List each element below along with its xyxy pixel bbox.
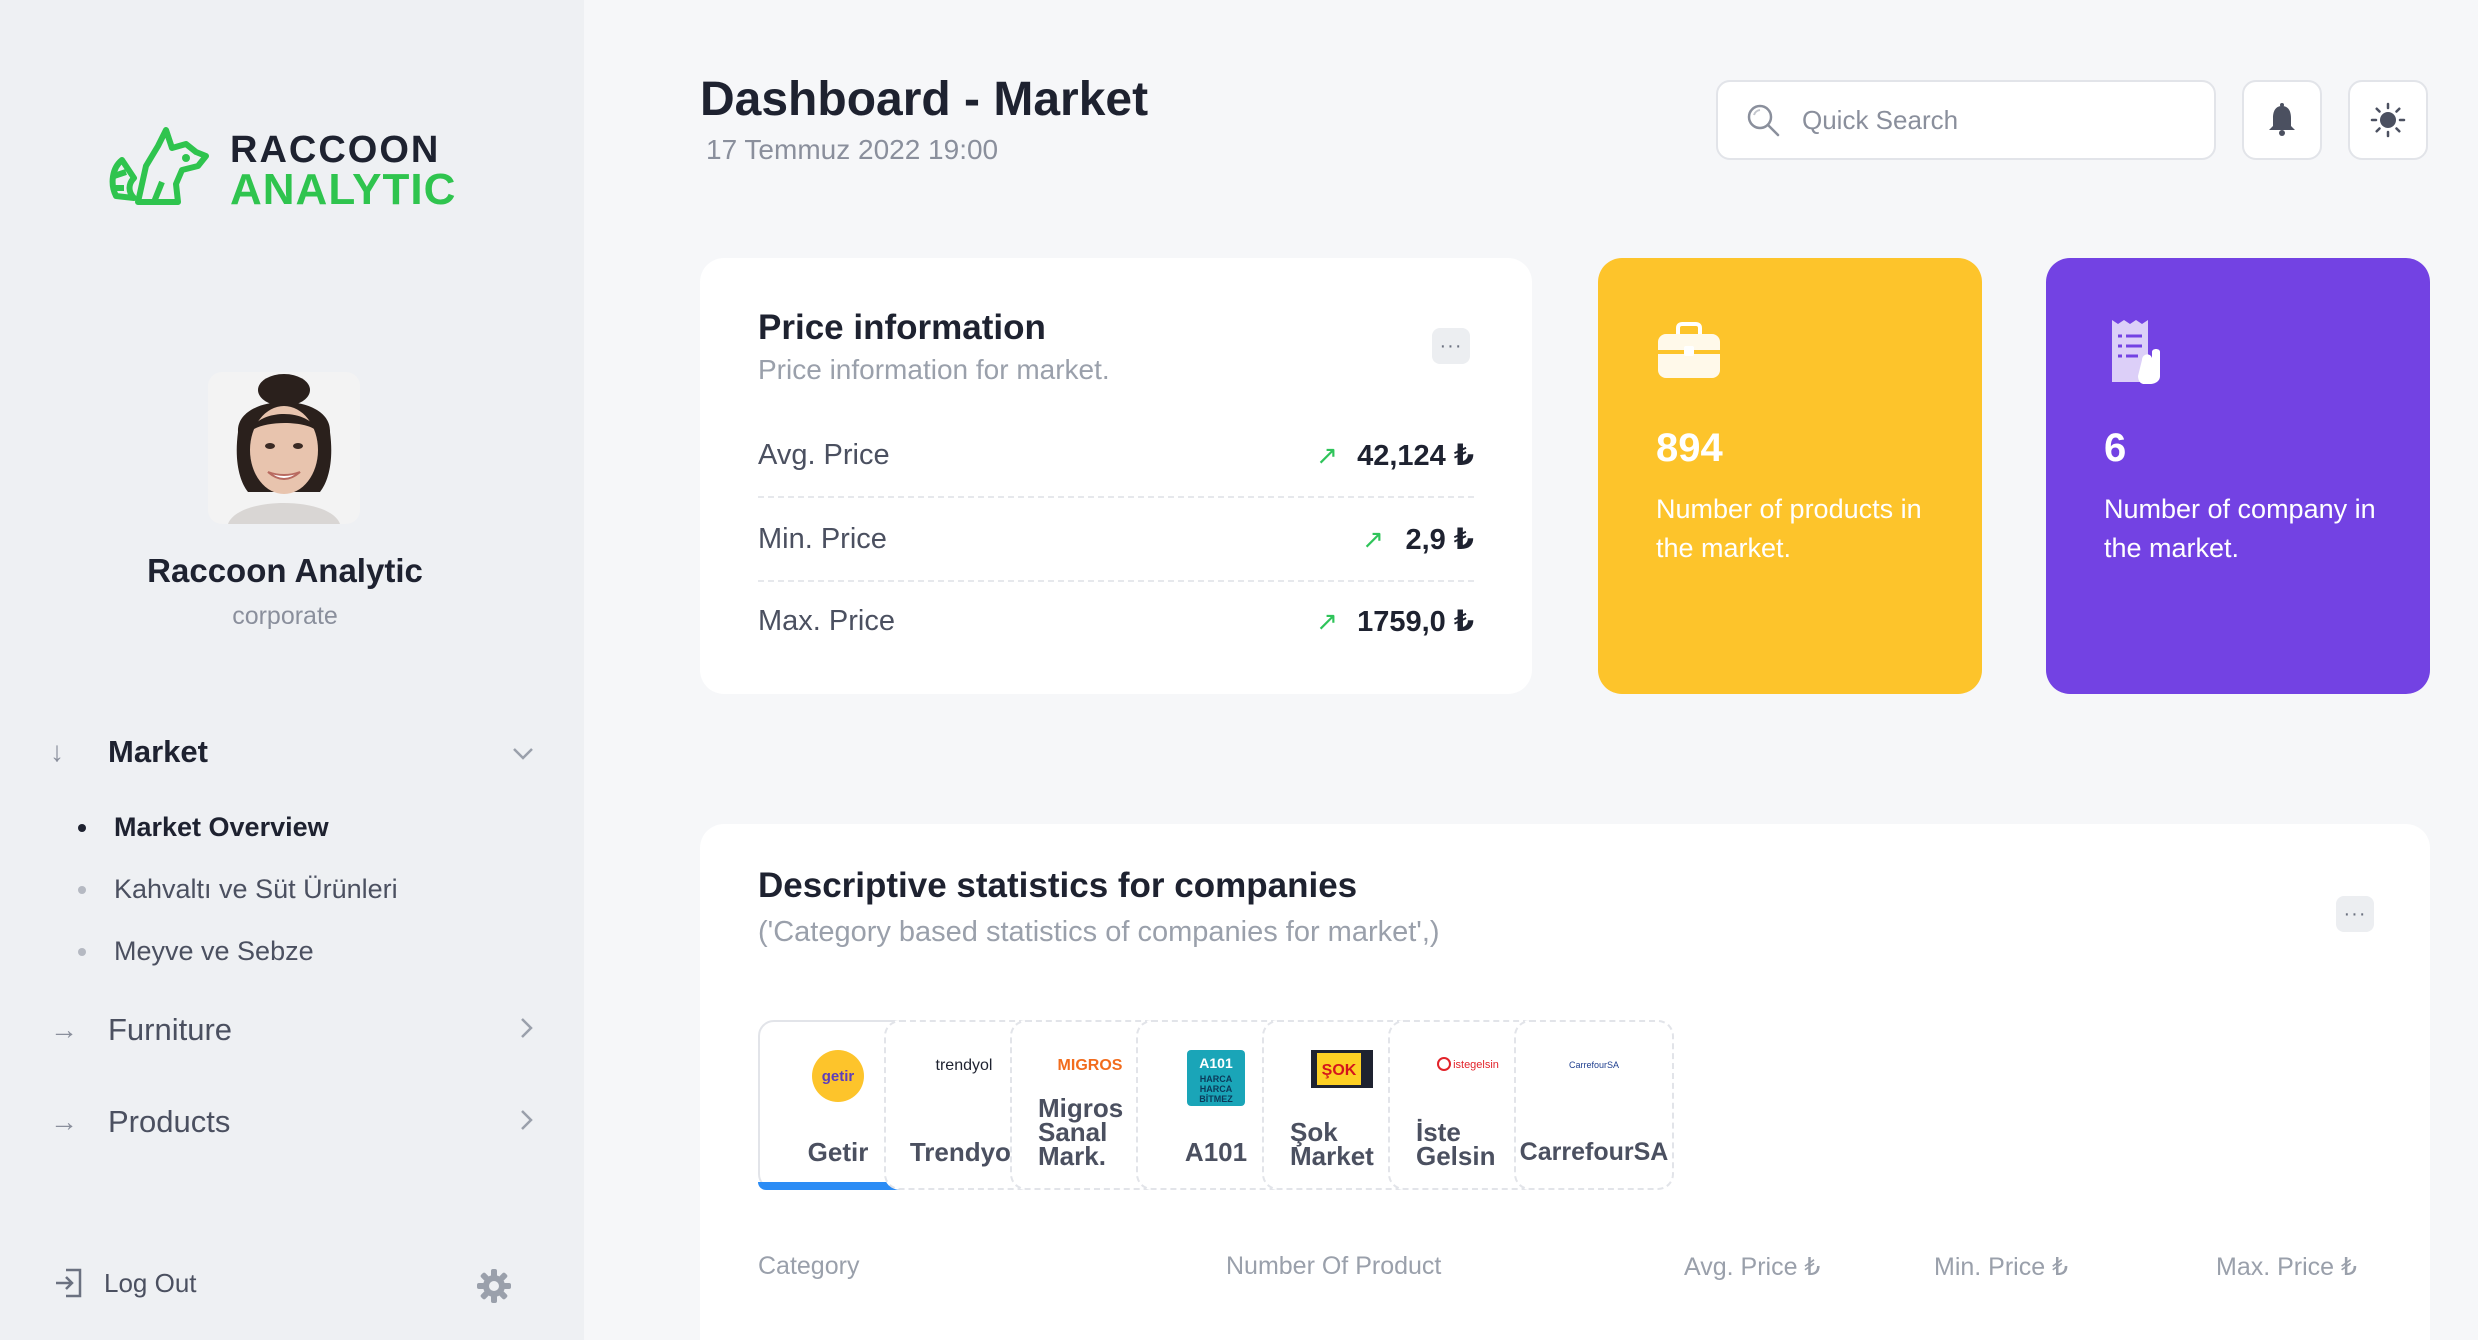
products-count-card[interactable]: 894 Number of products in the market. <box>1598 258 1982 694</box>
chevron-right-icon <box>520 1107 534 1138</box>
svg-text:getir: getir <box>822 1068 855 1085</box>
trend-up-icon: ↗ <box>1316 439 1338 470</box>
theme-toggle-button[interactable] <box>2348 80 2428 160</box>
column-header-avg-price[interactable]: Avg. Price ₺ <box>1684 1252 1820 1282</box>
quick-search[interactable] <box>1716 80 2216 160</box>
carrefoursa-logo-icon: CarrefourSA <box>1569 1060 1619 1070</box>
price-row-max: Max. Price ↗ 1759,0 ₺ <box>758 580 1474 662</box>
bell-icon <box>2269 103 2295 136</box>
sub-item-label: Market Overview <box>114 812 329 842</box>
user-avatar-image <box>208 372 360 524</box>
nav-item-furniture[interactable]: → Furniture <box>50 1002 534 1058</box>
products-count-desc: Number of products in the market. <box>1656 494 1922 563</box>
nav-item-furniture-label: Furniture <box>108 1012 233 1047</box>
price-label: Max. Price <box>758 604 895 637</box>
column-header-number-of-product[interactable]: Number Of Product <box>1226 1252 1441 1281</box>
brand-logo[interactable]: RACCOON ANALYTIC <box>106 126 456 214</box>
page-date: 17 Temmuz 2022 19:00 <box>706 134 999 165</box>
more-options-button[interactable]: ··· <box>2336 896 2374 932</box>
price-card-title: Price information <box>758 308 1046 347</box>
company-tab-carrefoursa[interactable]: CarrefourSA CarrefourSA <box>1514 1020 1674 1190</box>
bullet-icon <box>78 823 86 832</box>
briefcase-icon <box>1658 322 1720 378</box>
price-row-min: Min. Price ↗ 2,9 ₺ <box>758 498 1474 580</box>
svg-text:ŞOK: ŞOK <box>1322 1062 1357 1079</box>
price-value: 2,9 ₺ <box>1405 523 1474 556</box>
column-header-max-price[interactable]: Max. Price ₺ <box>2216 1252 2357 1282</box>
page-title: Dashboard - Market <box>700 73 1149 126</box>
svg-text:istegelsin: istegelsin <box>1453 1059 1499 1071</box>
nav-item-market-label: Market <box>108 734 208 769</box>
user-role: corporate <box>232 602 338 630</box>
svg-text:A101: A101 <box>1199 1055 1233 1071</box>
descriptive-title: Descriptive statistics for companies <box>758 866 1358 905</box>
price-label: Avg. Price <box>758 438 890 471</box>
sub-item-label: Meyve ve Sebze <box>114 936 314 966</box>
migros-logo-icon: MIGROS <box>1058 1057 1123 1074</box>
arrow-right-icon: → <box>50 1014 78 1045</box>
descriptive-subtitle: ('Category based statistics of companies… <box>758 916 1440 948</box>
price-value: 42,124 ₺ <box>1357 439 1474 472</box>
price-row-avg: Avg. Price ↗ 42,124 ₺ <box>758 414 1474 496</box>
gear-icon[interactable] <box>476 1268 512 1304</box>
company-count-card[interactable]: 6 Number of company in the market. <box>2046 258 2430 694</box>
logout-label: Log Out <box>104 1267 197 1298</box>
user-name: Raccoon Analytic <box>147 552 423 589</box>
sidebar: RACCOON ANALYTIC Raccoon Analytic corpor… <box>0 0 584 1340</box>
chevron-right-icon <box>520 1015 534 1046</box>
column-header-min-price[interactable]: Min. Price ₺ <box>1934 1252 2068 1282</box>
sub-item-meyve-sebze[interactable]: Meyve ve Sebze <box>78 936 314 967</box>
nav-item-products-label: Products <box>108 1104 231 1139</box>
chevron-down-icon <box>512 737 534 768</box>
svg-text:HARCA: HARCA <box>1200 1084 1233 1094</box>
company-name: CarrefourSA <box>1519 1138 1669 1166</box>
svg-text:trendyol: trendyol <box>936 1057 993 1074</box>
trend-up-icon: ↗ <box>1362 523 1384 554</box>
column-header-category[interactable]: Category <box>758 1252 859 1281</box>
products-count: 894 <box>1656 426 1723 470</box>
svg-text:HARCA: HARCA <box>1200 1074 1233 1084</box>
sun-icon <box>2370 102 2406 138</box>
price-value: 1759,0 ₺ <box>1357 605 1474 638</box>
svg-text:MIGROS: MIGROS <box>1058 1057 1123 1074</box>
istegelsin-logo-icon: istegelsin <box>1437 1057 1499 1071</box>
avatar[interactable] <box>208 372 360 524</box>
logout-button[interactable]: Log Out <box>52 1266 197 1300</box>
sub-item-label: Kahvaltı ve Süt Ürünleri <box>114 874 398 904</box>
svg-text:BİTMEZ: BİTMEZ <box>1199 1094 1233 1104</box>
search-icon <box>1747 104 1780 137</box>
more-options-button[interactable]: ··· <box>1432 328 1470 364</box>
svg-text:CarrefourSA: CarrefourSA <box>1569 1060 1619 1070</box>
a101-logo-icon: A101 HARCA HARCA BİTMEZ <box>1187 1050 1245 1106</box>
arrow-down-icon: ↓ <box>50 736 64 767</box>
bullet-icon <box>78 947 86 956</box>
descriptive-statistics-card: Descriptive statistics for companies ('C… <box>700 824 2430 1340</box>
trendyol-logo-icon: trendyol <box>936 1057 993 1074</box>
nav-item-market[interactable]: ↓ Market <box>50 724 534 780</box>
brand-line2: ANALYTIC <box>230 165 457 214</box>
sok-logo-icon: ŞOK <box>1311 1050 1373 1088</box>
sub-item-kahvalti[interactable]: Kahvaltı ve Süt Ürünleri <box>78 874 398 905</box>
price-information-card: Price information Price information for … <box>700 258 1532 694</box>
receipt-icon <box>2112 320 2160 384</box>
company-count: 6 <box>2104 426 2127 470</box>
bullet-icon <box>78 885 86 894</box>
company-count-desc: Number of company in the market. <box>2104 494 2376 563</box>
logout-icon <box>56 1268 82 1298</box>
arrow-right-icon: → <box>50 1106 78 1137</box>
getir-logo-icon: getir <box>812 1050 864 1102</box>
brand-line1: RACCOON <box>230 129 441 171</box>
sub-item-market-overview[interactable]: Market Overview <box>78 812 329 843</box>
trend-up-icon: ↗ <box>1316 605 1338 636</box>
search-input[interactable] <box>1802 104 2182 136</box>
notifications-button[interactable] <box>2242 80 2322 160</box>
raccoon-logo-icon <box>109 127 209 205</box>
nav-item-products[interactable]: → Products <box>50 1094 534 1150</box>
price-card-subtitle: Price information for market. <box>758 354 1110 385</box>
price-label: Min. Price <box>758 522 887 555</box>
